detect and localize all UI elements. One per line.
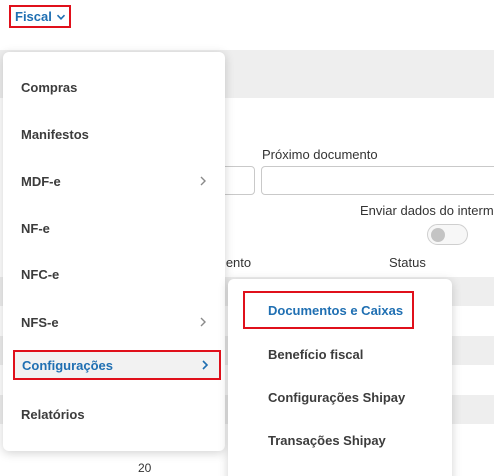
top-bar: Fiscal	[0, 0, 494, 50]
configuracoes-submenu: Documentos e Caixas Benefício fiscal Con…	[228, 279, 452, 476]
menu-item-label: NFC-e	[21, 266, 60, 282]
chevron-right-icon	[200, 176, 206, 186]
chevron-right-icon	[202, 360, 209, 370]
next-document-label: Próximo documento	[262, 147, 378, 162]
menu-item-label: MDF-e	[21, 173, 61, 189]
send-intermediary-label: Enviar dados do interme	[360, 203, 494, 218]
column-header-status: Status	[389, 255, 426, 270]
menu-item-label: Manifestos	[21, 126, 89, 142]
fiscal-dropdown-menu: Compras Manifestos MDF-e NF-e NFC-e NFS-…	[3, 52, 225, 451]
pagination-value: 20	[138, 461, 152, 475]
menu-item-label: Compras	[21, 79, 78, 95]
fiscal-menu-label: Fiscal	[15, 9, 52, 24]
send-intermediary-toggle[interactable]	[427, 224, 468, 245]
submenu-item-transacoes-shipay[interactable]: Transações Shipay	[228, 425, 452, 455]
submenu-item-beneficio-fiscal[interactable]: Benefício fiscal	[228, 339, 452, 369]
menu-item-nfs-e[interactable]: NFS-e	[3, 307, 225, 337]
submenu-item-configuracoes-shipay[interactable]: Configurações Shipay	[228, 382, 452, 412]
submenu-item-label: Documentos e Caixas	[268, 302, 404, 318]
submenu-item-label: Configurações Shipay	[268, 389, 406, 405]
fiscal-menu-button[interactable]: Fiscal	[9, 5, 71, 28]
next-document-input[interactable]	[261, 166, 494, 195]
menu-item-manifestos[interactable]: Manifestos	[3, 119, 225, 149]
menu-item-label: Relatórios	[21, 406, 85, 422]
submenu-item-documentos-e-caixas[interactable]: Documentos e Caixas	[243, 291, 414, 329]
toggle-knob	[431, 228, 445, 242]
submenu-item-label: Benefício fiscal	[268, 346, 364, 362]
menu-item-nfc-e[interactable]: NFC-e	[3, 259, 225, 289]
menu-item-configuracoes[interactable]: Configurações	[13, 350, 221, 380]
menu-item-mdf-e[interactable]: MDF-e	[3, 166, 225, 196]
menu-item-label: Configurações	[22, 357, 114, 373]
menu-item-compras[interactable]: Compras	[3, 72, 225, 102]
submenu-item-label: Transações Shipay	[268, 432, 386, 448]
menu-item-label: NFS-e	[21, 314, 59, 330]
menu-item-relatorios[interactable]: Relatórios	[3, 399, 225, 429]
chevron-right-icon	[200, 317, 206, 327]
chevron-down-icon	[56, 14, 65, 20]
menu-item-label: NF-e	[21, 220, 50, 236]
menu-item-nf-e[interactable]: NF-e	[3, 213, 225, 243]
